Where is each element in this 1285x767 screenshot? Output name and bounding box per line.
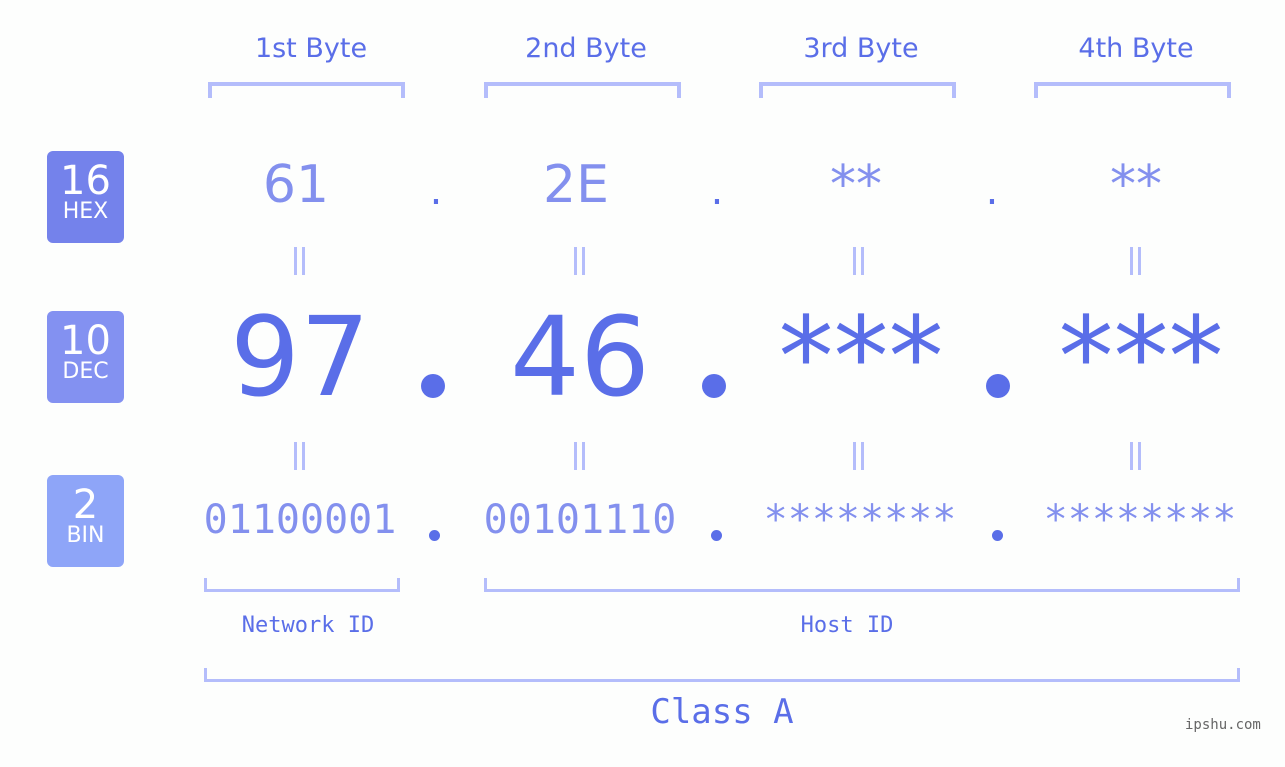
dec-separator-1 — [421, 374, 445, 398]
bin-base: 2 — [72, 482, 99, 528]
network-id-label: Network ID — [241, 613, 375, 638]
dec-badge: 10 DEC — [47, 311, 124, 403]
dec-value-2: 46 — [510, 293, 650, 421]
dec-value-4: *** — [1058, 293, 1224, 421]
dec-value-3: *** — [778, 293, 944, 421]
byte-header-3: 3rd Byte — [803, 33, 919, 64]
equals-icon — [1128, 247, 1142, 275]
hex-value-4: ** — [1110, 155, 1162, 215]
equals-icon — [572, 442, 586, 470]
network-id-bracket — [204, 578, 400, 592]
dec-value-1: 97 — [230, 293, 370, 421]
host-id-bracket — [484, 578, 1240, 592]
byte-header-4: 4th Byte — [1078, 33, 1194, 64]
bin-badge: 2 BIN — [47, 475, 124, 567]
byte-header-1: 1st Byte — [254, 33, 368, 64]
bin-separator-2 — [711, 530, 722, 541]
hex-base: 16 — [60, 158, 111, 204]
bin-separator-1 — [429, 530, 440, 541]
byte-bracket-4 — [1034, 82, 1231, 98]
hex-separator-1: . — [429, 168, 443, 214]
equals-icon — [292, 247, 306, 275]
hex-separator-2: . — [710, 168, 724, 214]
class-label: Class A — [650, 692, 794, 732]
equals-icon — [292, 442, 306, 470]
byte-bracket-3 — [759, 82, 956, 98]
bin-value-1: 01100001 — [203, 497, 397, 543]
bin-label: BIN — [66, 523, 105, 548]
byte-bracket-1 — [208, 82, 405, 98]
hex-value-3: ** — [830, 155, 882, 215]
equals-icon — [572, 247, 586, 275]
host-id-label: Host ID — [800, 613, 894, 638]
bin-value-4: ******** — [1043, 497, 1237, 543]
hex-value-2: 2E — [543, 155, 609, 215]
dec-base: 10 — [60, 318, 111, 364]
bin-separator-3 — [992, 530, 1003, 541]
hex-badge: 16 HEX — [47, 151, 124, 243]
class-bracket — [204, 668, 1240, 682]
hex-separator-3: . — [985, 168, 999, 214]
watermark: ipshu.com — [1185, 717, 1261, 733]
byte-header-2: 2nd Byte — [525, 33, 647, 64]
bin-value-2: 00101110 — [483, 497, 677, 543]
hex-value-1: 61 — [262, 155, 330, 215]
dec-separator-2 — [702, 374, 726, 398]
equals-icon — [851, 247, 865, 275]
bin-value-3: ******** — [763, 497, 957, 543]
equals-icon — [851, 442, 865, 470]
hex-label: HEX — [62, 199, 109, 224]
dec-label: DEC — [62, 359, 109, 384]
equals-icon — [1128, 442, 1142, 470]
byte-bracket-2 — [484, 82, 681, 98]
dec-separator-3 — [986, 374, 1010, 398]
